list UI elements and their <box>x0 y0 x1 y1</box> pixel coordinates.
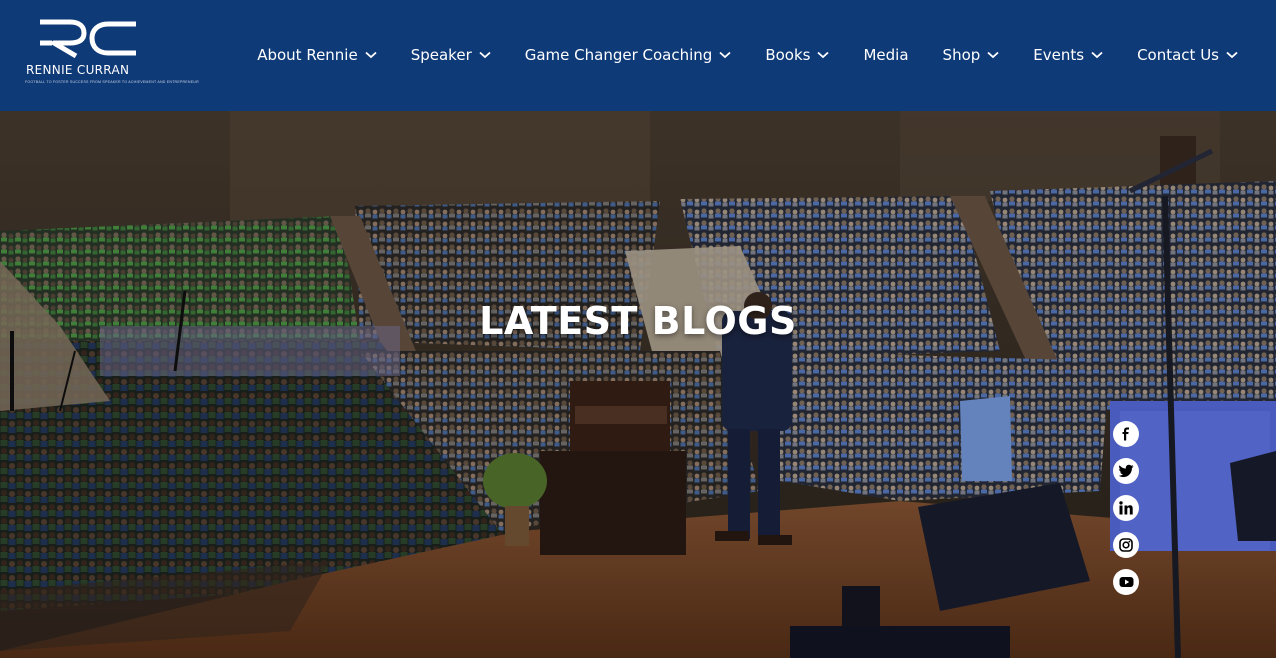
chevron-down-icon <box>719 51 731 59</box>
nav-item-books[interactable]: Books <box>765 46 830 64</box>
nav-item-label: Speaker <box>410 46 472 64</box>
youtube-icon <box>1119 577 1133 587</box>
brand-tagline: FOOTBALL TO FOSTER SUCCESS FROM SPEAKER … <box>25 80 199 84</box>
nav-item-label: Game Changer Coaching <box>524 46 713 64</box>
page-title: LATEST BLOGS <box>479 299 797 343</box>
brand-logo[interactable]: RENNIE CURRAN FOOTBALL TO FOSTER SUCCESS… <box>24 16 199 88</box>
hero-banner: LATEST BLOGS <box>0 111 1276 658</box>
chevron-down-icon <box>1226 51 1238 59</box>
instagram-link[interactable] <box>1113 532 1139 558</box>
facebook-link[interactable] <box>1113 421 1139 447</box>
chevron-down-icon <box>479 51 491 59</box>
social-links <box>1113 421 1139 595</box>
chevron-down-icon <box>1091 51 1103 59</box>
nav-item-shop[interactable]: Shop <box>943 46 1000 64</box>
nav-item-label: About Rennie <box>257 46 358 64</box>
youtube-link[interactable] <box>1113 569 1139 595</box>
instagram-icon <box>1119 538 1133 552</box>
chevron-down-icon <box>987 51 999 59</box>
nav-item-label: Contact Us <box>1137 46 1219 64</box>
nav-item-label: Shop <box>942 46 981 64</box>
nav-item-events[interactable]: Events <box>1033 46 1103 64</box>
twitter-link[interactable] <box>1113 458 1139 484</box>
nav-item-contact-us[interactable]: Contact Us <box>1137 46 1238 64</box>
nav-item-label: Books <box>765 46 811 64</box>
chevron-down-icon <box>365 51 377 59</box>
nav-item-about-rennie[interactable]: About Rennie <box>257 46 377 64</box>
chevron-down-icon <box>817 51 830 59</box>
facebook-icon <box>1122 427 1129 441</box>
linkedin-icon <box>1119 501 1133 515</box>
auditorium-photo <box>0 111 1276 658</box>
site-header: RENNIE CURRAN FOOTBALL TO FOSTER SUCCESS… <box>0 0 1276 111</box>
linkedin-link[interactable] <box>1113 495 1139 521</box>
nav-item-label: Events <box>1033 46 1085 64</box>
nav-item-speaker[interactable]: Speaker <box>411 46 491 64</box>
twitter-icon <box>1118 464 1133 478</box>
nav-item-game-changer-coaching[interactable]: Game Changer Coaching <box>525 46 732 64</box>
rc-monogram-icon <box>40 19 136 59</box>
main-nav: About Rennie Speaker Game Changer Coachi… <box>257 42 1238 68</box>
nav-item-label: Media <box>863 46 909 64</box>
nav-item-media[interactable]: Media <box>863 46 908 64</box>
brand-name: RENNIE CURRAN <box>26 63 130 77</box>
